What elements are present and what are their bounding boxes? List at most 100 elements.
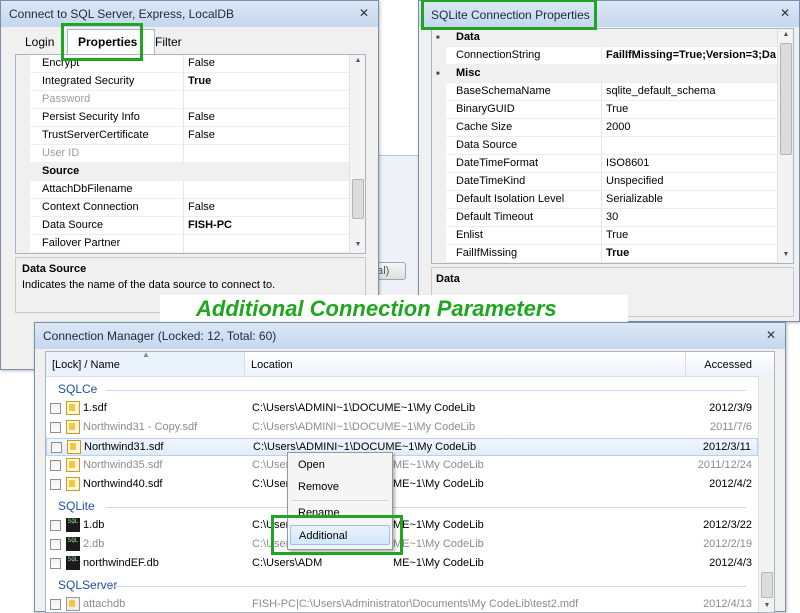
property-value[interactable]: sqlite_default_schema	[606, 85, 715, 97]
property-row[interactable]: Persist Security Info False	[16, 109, 365, 127]
property-value[interactable]: True	[606, 247, 629, 259]
property-row[interactable]: User ID	[16, 145, 365, 163]
item-name: Northwind31.sdf	[84, 441, 164, 453]
property-row[interactable]: Default Isolation Level Serializable	[432, 191, 793, 209]
sql-property-grid[interactable]: Encrypt False Integrated Security True Passw…	[15, 54, 366, 254]
sql-description-text: Indicates the name of the data source to…	[22, 279, 276, 291]
lock-checkbox[interactable]	[50, 479, 61, 490]
collapse-icon[interactable]: ■	[436, 35, 440, 41]
property-row[interactable]: Password	[16, 91, 365, 109]
property-value[interactable]: False	[188, 129, 215, 141]
row-gutter	[432, 173, 446, 191]
item-accessed: 2011/7/6	[709, 421, 752, 433]
column-divider	[183, 217, 184, 235]
list-item[interactable]: SQL northwindEF.db C:\Users\ADM ME~1\My Cod…	[46, 555, 758, 573]
property-value[interactable]: False	[188, 201, 215, 213]
close-icon[interactable]: ✕	[762, 327, 780, 343]
lock-checkbox[interactable]	[50, 460, 61, 471]
property-row[interactable]: DateTimeFormat ISO8601	[432, 155, 793, 173]
lock-checkbox[interactable]	[50, 599, 61, 610]
property-row[interactable]: Source	[16, 163, 365, 181]
lock-checkbox[interactable]	[51, 442, 62, 453]
lock-checkbox[interactable]	[50, 539, 61, 550]
tab-login[interactable]: Login	[17, 33, 63, 53]
list-item[interactable]: Northwind35.sdfC:\Users\ADMINI~1\DOCUME~…	[46, 457, 758, 475]
property-row[interactable]: Integrated Security True	[16, 73, 365, 91]
group-header: SQLServer	[58, 578, 118, 592]
sqlite-property-grid[interactable]: ■ Data ConnectionString FailIfMissing=True;…	[431, 28, 794, 264]
property-row[interactable]: Failover Partner	[16, 235, 365, 253]
connection-list[interactable]: ▲ [Lock] / Name Location Accessed SQLCe 1…	[45, 351, 775, 613]
property-value[interactable]: True	[606, 103, 628, 115]
scroll-down-icon[interactable]: ▼	[759, 602, 774, 609]
property-row[interactable]: Data Source	[432, 137, 793, 155]
lock-checkbox[interactable]	[50, 520, 61, 531]
row-gutter	[432, 137, 446, 155]
list-item[interactable]: 1.sdf C:\Users\ADMINI~1\DOCUME~1\My CodeL…	[46, 400, 758, 418]
property-value[interactable]: Serializable	[606, 193, 663, 205]
lock-checkbox[interactable]	[50, 422, 61, 433]
property-value[interactable]: False	[188, 57, 215, 69]
close-icon[interactable]: ✕	[355, 5, 373, 21]
property-row[interactable]: BinaryGUID True	[432, 101, 793, 119]
column-header-location[interactable]: Location	[245, 352, 686, 376]
property-row[interactable]: TrustServerCertificate False	[16, 127, 365, 145]
property-name: Data	[456, 31, 480, 43]
sqlite-db-icon: SQL	[66, 537, 80, 551]
property-row[interactable]: FailIfMissing True	[432, 245, 793, 263]
property-row[interactable]: AttachDbFilename	[16, 181, 365, 199]
list-item[interactable]: Northwind40.sdfC:\Users\ADMINI~1\DOCUME~…	[46, 476, 758, 494]
property-value[interactable]: FailIfMissing=True;Version=3;Da	[606, 49, 776, 61]
column-divider	[601, 155, 602, 173]
column-divider	[183, 181, 184, 199]
scroll-up-icon[interactable]: ▲	[350, 57, 365, 64]
conn-manager-titlebar: Connection Manager (Locked: 12, Total: 6…	[35, 323, 785, 349]
property-row[interactable]: ■ Misc	[432, 65, 793, 83]
sqlite-grid-scrollbar[interactable]: ▲ ▼	[777, 29, 793, 263]
scroll-up-icon[interactable]: ▲	[778, 31, 793, 38]
property-value[interactable]: True	[606, 229, 628, 241]
list-item[interactable]: Northwind31 - Copy.sdf C:\Users\ADMINI~1\…	[46, 419, 758, 437]
scroll-down-icon[interactable]: ▼	[350, 241, 365, 248]
list-item[interactable]: Northwind31.sdf C:\Users\ADMINI~1\DOCUME~…	[46, 438, 758, 456]
scroll-thumb[interactable]	[780, 43, 792, 155]
column-divider	[183, 235, 184, 253]
menu-item-open[interactable]: Open	[290, 455, 390, 475]
property-row[interactable]: Enlist True	[432, 227, 793, 245]
property-row[interactable]: ■ Data	[432, 29, 793, 47]
property-name: Misc	[456, 67, 481, 79]
property-row[interactable]: BaseSchemaName sqlite_default_schema	[432, 83, 793, 101]
scroll-down-icon[interactable]: ▼	[778, 251, 793, 258]
close-icon[interactable]: ✕	[776, 5, 794, 21]
property-value[interactable]: False	[188, 111, 215, 123]
item-accessed: 2012/3/9	[709, 402, 752, 414]
column-header-name[interactable]: ▲ [Lock] / Name	[46, 352, 245, 376]
tab-filter[interactable]: Filter	[149, 33, 189, 53]
property-value[interactable]: True	[188, 75, 211, 87]
lock-checkbox[interactable]	[50, 403, 61, 414]
row-gutter	[432, 209, 446, 227]
lock-checkbox[interactable]	[50, 558, 61, 569]
property-value[interactable]: 2000	[606, 121, 630, 133]
property-row[interactable]: DateTimeKind Unspecified	[432, 173, 793, 191]
property-row[interactable]: Cache Size 2000	[432, 119, 793, 137]
item-location-tail: ME~1\My CodeLib	[393, 459, 484, 471]
property-row[interactable]: ConnectionString FailIfMissing=True;Versi…	[432, 47, 793, 65]
scroll-thumb[interactable]	[761, 572, 773, 598]
collapse-icon[interactable]: ■	[436, 71, 440, 77]
property-name: User ID	[42, 147, 80, 159]
list-scrollbar[interactable]: ▼	[758, 376, 774, 612]
menu-item-remove[interactable]: Remove	[290, 477, 390, 497]
list-item[interactable]: attachdb FISH-PC|C:\Users\Administrator\D…	[46, 596, 758, 612]
property-value[interactable]: 30	[606, 211, 618, 223]
property-value[interactable]: ISO8601	[606, 157, 649, 169]
property-value[interactable]: FISH-PC	[188, 219, 232, 231]
scroll-thumb[interactable]	[352, 179, 364, 219]
property-value[interactable]: Unspecified	[606, 175, 663, 187]
column-header-accessed[interactable]: Accessed	[686, 352, 758, 376]
property-row[interactable]: Context Connection False	[16, 199, 365, 217]
property-row[interactable]: Data Source FISH-PC	[16, 217, 365, 235]
column-divider	[601, 245, 602, 263]
sql-grid-scrollbar[interactable]: ▲ ▼	[349, 55, 365, 253]
property-row[interactable]: Default Timeout 30	[432, 209, 793, 227]
